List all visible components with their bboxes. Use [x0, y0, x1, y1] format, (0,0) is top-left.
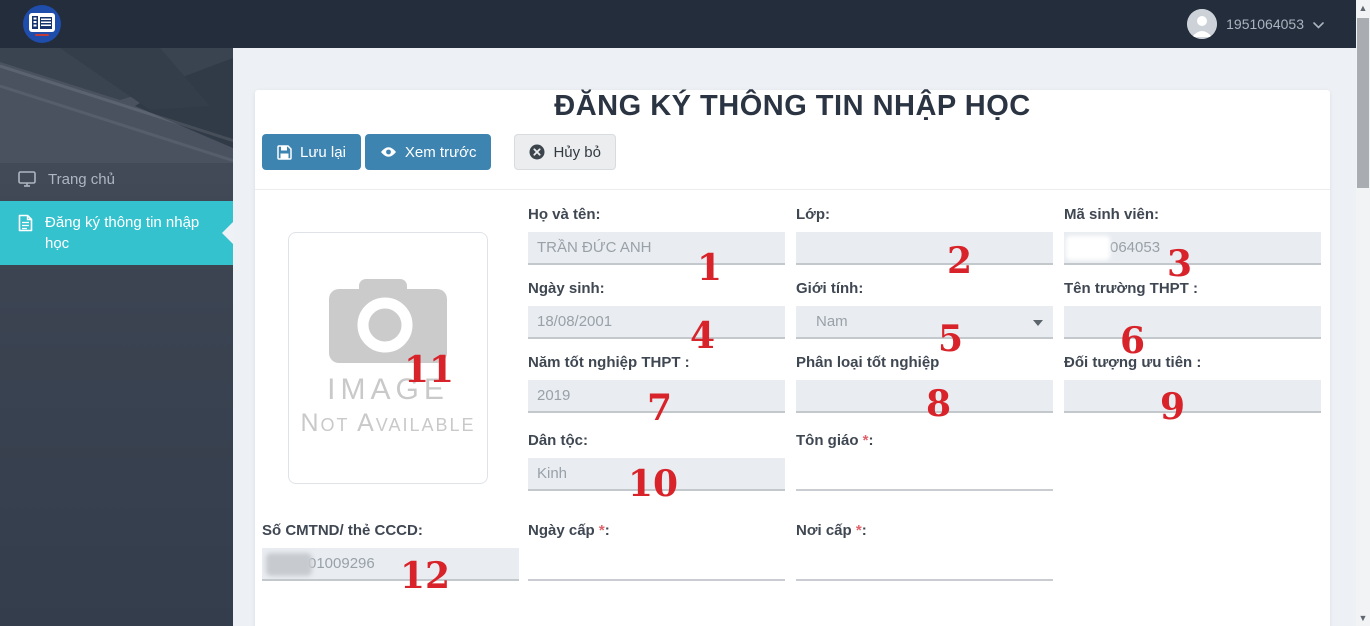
save-button[interactable]: Lưu lại — [262, 134, 361, 170]
sidebar-nav: Trang chủ Đăng ký thông tin nhập học — [0, 158, 233, 265]
class-input[interactable] — [796, 232, 1053, 265]
redaction-patch — [1066, 236, 1110, 260]
camera-icon — [329, 278, 447, 363]
university-logo[interactable] — [22, 4, 62, 44]
field-label: Ngày sinh: — [528, 280, 605, 297]
user-id: 1951064053 — [1226, 16, 1304, 32]
field-label: Tên trường THPT : — [1064, 280, 1199, 297]
gender-select[interactable]: Nam — [796, 306, 1053, 339]
field-label: Năm tốt nghiệp THPT : — [528, 354, 690, 371]
field-label: Phân loại tốt nghiệp — [796, 354, 940, 371]
toolbar: Lưu lại Xem trước Hủy bỏ — [262, 134, 1330, 170]
university-logo-icon — [23, 5, 61, 43]
field-ethnicity: Dân tộc: Kinh — [528, 432, 785, 491]
field-label: Đối tượng ưu tiên : — [1064, 354, 1202, 371]
field-class: Lớp: — [796, 206, 1053, 265]
person-icon — [1187, 9, 1218, 39]
field-graduation-year: Năm tốt nghiệp THPT : 2019 — [528, 354, 785, 413]
sidebar-item-enrollment[interactable]: Đăng ký thông tin nhập học — [0, 201, 233, 265]
sidebar: Trang chủ Đăng ký thông tin nhập học — [0, 48, 251, 626]
monitor-icon — [18, 171, 36, 187]
field-label: Dân tộc: — [528, 432, 588, 449]
religion-input[interactable] — [796, 458, 1053, 491]
student-id-input[interactable]: 064053 — [1064, 232, 1321, 265]
preview-button-label: Xem trước — [404, 143, 477, 161]
top-navbar: 1951064053 — [0, 0, 1370, 48]
field-label: Nơi cấp — [796, 522, 852, 539]
field-gender: Giới tính: Nam — [796, 280, 1053, 339]
field-student-id: Mã sinh viên: 064053 — [1064, 206, 1321, 265]
scrollbar-up-icon[interactable]: ▲ — [1356, 0, 1370, 16]
cancel-button-label: Hủy bỏ — [553, 143, 601, 161]
cancel-button[interactable]: Hủy bỏ — [514, 134, 616, 170]
field-label: Lớp: — [796, 206, 830, 223]
scrollbar-thumb[interactable] — [1357, 18, 1369, 188]
graduation-type-input[interactable] — [796, 380, 1053, 413]
ethnicity-input[interactable]: Kinh — [528, 458, 785, 491]
field-label: Số CMTND/ thẻ CCCD: — [262, 522, 423, 539]
redaction-patch — [266, 553, 312, 576]
page-title: ĐĂNG KÝ THÔNG TIN NHẬP HỌC — [554, 90, 1031, 122]
sidebar-decoration — [0, 48, 251, 168]
avatar — [1187, 9, 1218, 39]
label-colon: : — [861, 522, 867, 539]
field-label: Ngày cấp — [528, 522, 595, 539]
user-menu[interactable]: 1951064053 — [1187, 9, 1324, 39]
eye-icon — [380, 147, 396, 157]
priority-group-input[interactable] — [1064, 380, 1321, 413]
image-na-line2: Not Available — [300, 408, 476, 437]
chevron-down-icon — [1313, 21, 1324, 29]
field-issue-date: Ngày cấp *: — [528, 522, 785, 581]
save-icon — [277, 144, 292, 160]
document-icon — [18, 214, 33, 232]
graduation-year-input[interactable]: 2019 — [528, 380, 785, 413]
sidebar-item-home[interactable]: Trang chủ — [0, 158, 233, 201]
scrollbar[interactable]: ▲ ▼ — [1356, 0, 1370, 626]
birth-date-input[interactable]: 18/08/2001 — [528, 306, 785, 339]
label-colon: : — [604, 522, 610, 539]
main-content: ĐĂNG KÝ THÔNG TIN NHẬP HỌC Lưu lại Xem t… — [233, 48, 1356, 626]
issue-place-input[interactable] — [796, 548, 1053, 581]
label-colon: : — [868, 432, 874, 449]
field-label: Họ và tên: — [528, 206, 601, 223]
photo-placeholder[interactable]: IMAGE Not Available — [288, 232, 488, 484]
field-priority-group: Đối tượng ưu tiên : — [1064, 354, 1321, 413]
field-religion: Tôn giáo *: — [796, 432, 1053, 491]
field-id-number: Số CMTND/ thẻ CCCD: 01009296 — [262, 522, 519, 581]
field-graduation-type: Phân loại tốt nghiệp — [796, 354, 1053, 413]
sidebar-item-label: Đăng ký thông tin nhập học — [45, 214, 200, 252]
field-birth-date: Ngày sinh: 18/08/2001 — [528, 280, 785, 339]
id-number-input[interactable]: 01009296 — [262, 548, 519, 581]
preview-button[interactable]: Xem trước — [364, 134, 492, 170]
issue-date-input[interactable] — [528, 548, 785, 581]
scrollbar-down-icon[interactable]: ▼ — [1356, 610, 1370, 626]
form-body: IMAGE Not Available Họ và tên: TRẦN ĐỨC … — [255, 190, 1330, 626]
field-label: Giới tính: — [796, 280, 864, 297]
field-full-name: Họ và tên: TRẦN ĐỨC ANH — [528, 206, 785, 265]
select-caret-icon — [1033, 320, 1043, 326]
field-label: Mã sinh viên: — [1064, 206, 1160, 223]
full-name-input[interactable]: TRẦN ĐỨC ANH — [528, 232, 785, 265]
field-highschool-name: Tên trường THPT : — [1064, 280, 1321, 339]
cancel-icon — [529, 144, 545, 160]
field-issue-place: Nơi cấp *: — [796, 522, 1053, 581]
image-na-line1: IMAGE — [327, 372, 449, 406]
field-label: Tôn giáo — [796, 432, 859, 449]
save-button-label: Lưu lại — [300, 143, 346, 161]
app-window: 1951064053 Trang chủ Đăng ký thông tin n… — [0, 0, 1370, 626]
sidebar-item-label: Trang chủ — [48, 171, 115, 188]
enrollment-form-card: ĐĂNG KÝ THÔNG TIN NHẬP HỌC Lưu lại Xem t… — [255, 90, 1330, 626]
highschool-name-input[interactable] — [1064, 306, 1321, 339]
